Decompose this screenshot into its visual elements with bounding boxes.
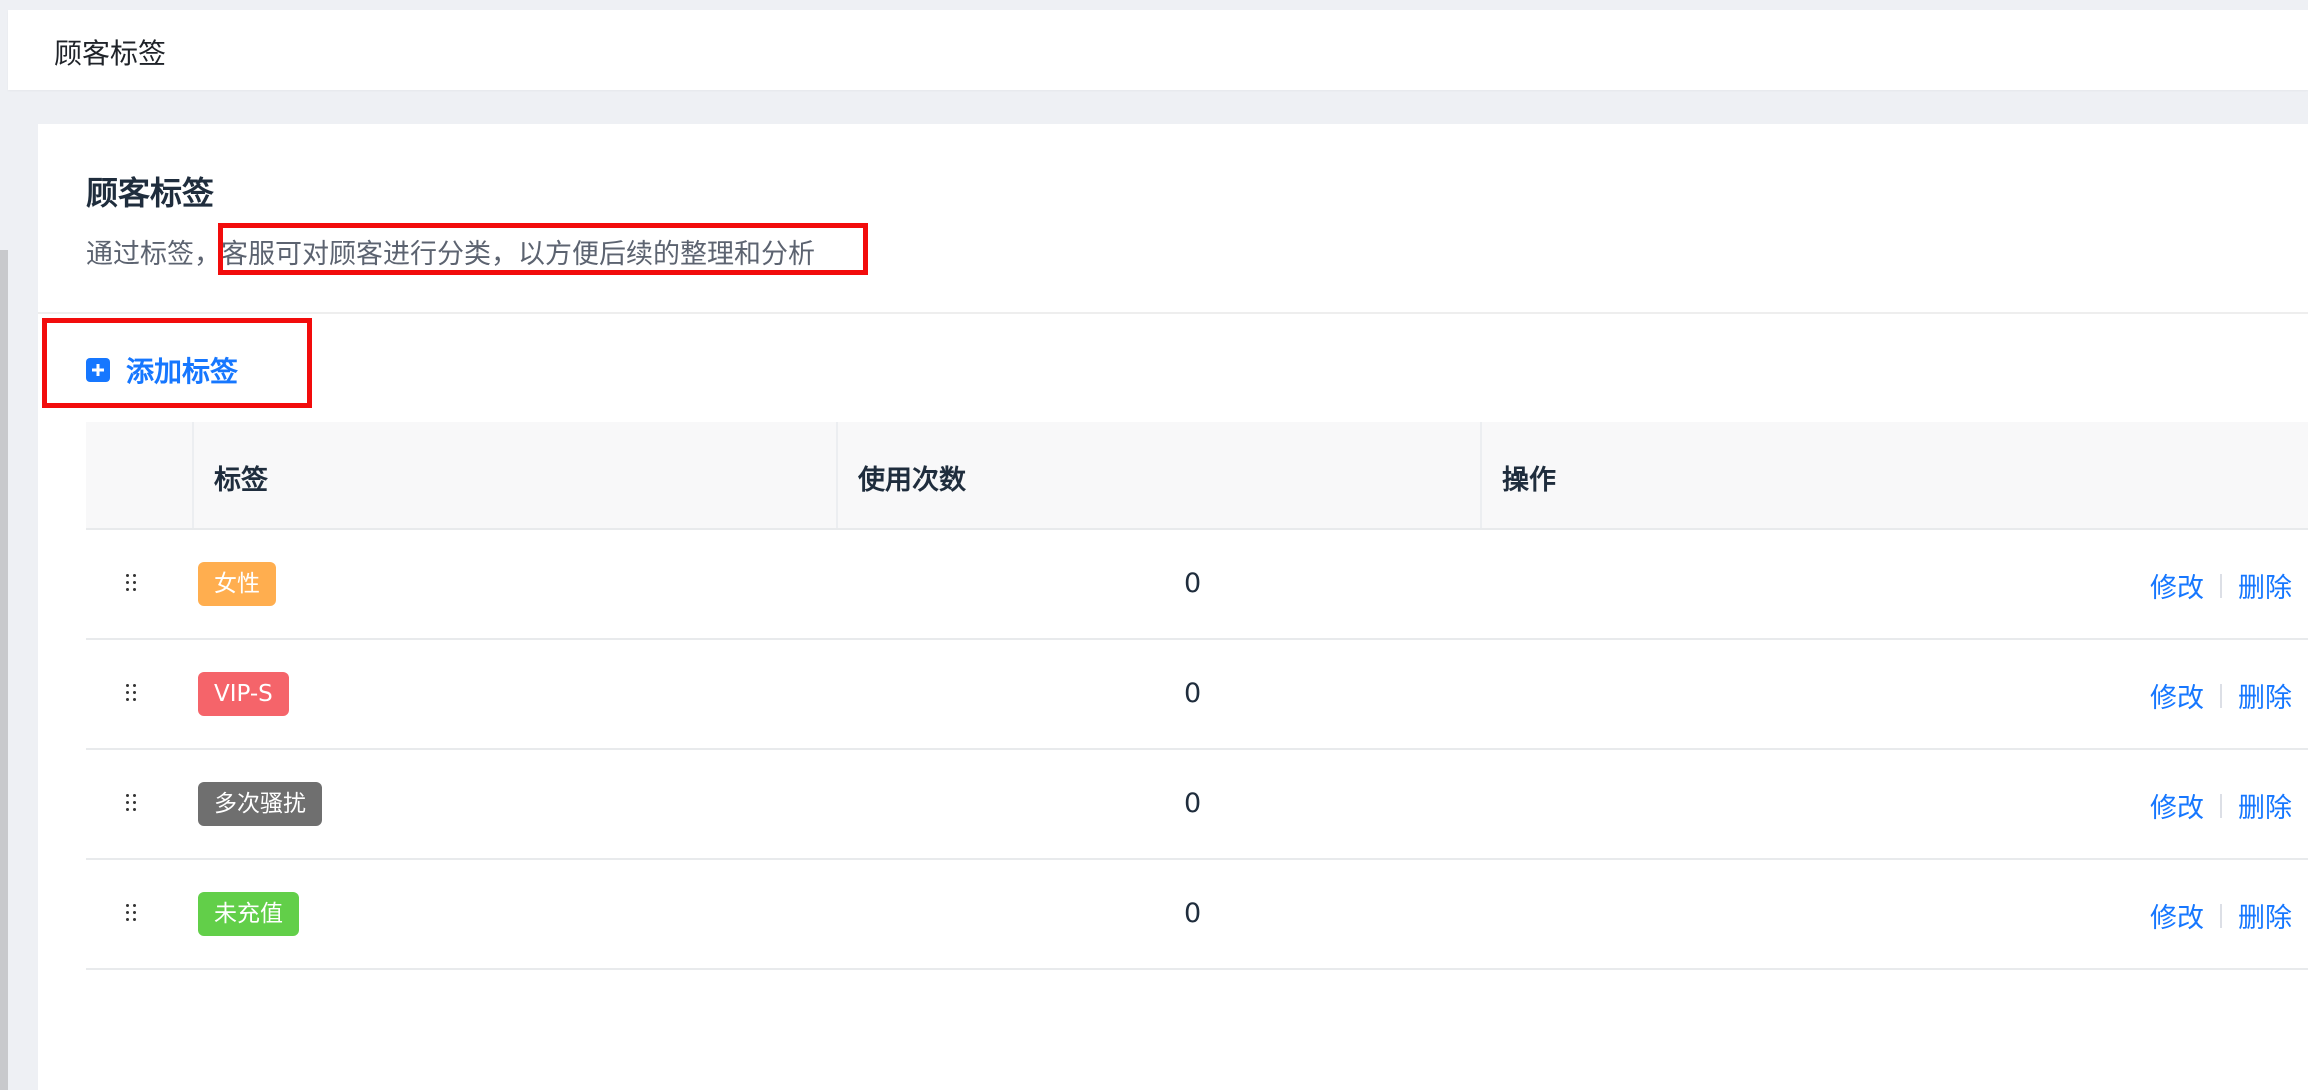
delete-link[interactable]: 删除 xyxy=(2238,786,2292,825)
delete-link[interactable]: 删除 xyxy=(2238,676,2292,715)
content-card: 顾客标签 通过标签，客服可对顾客进行分类，以方便后续的整理和分析 添加标签 标签… xyxy=(38,124,2308,1090)
row-actions: 修改 删除 xyxy=(2150,786,2292,825)
tag-badge: 多次骚扰 xyxy=(198,782,322,826)
edit-link[interactable]: 修改 xyxy=(2150,566,2204,605)
page-title: 顾客标签 xyxy=(86,174,215,212)
usage-count: 0 xyxy=(1184,678,1202,709)
table-row: 未充值 0 修改 删除 xyxy=(86,860,2308,970)
drag-handle-icon[interactable] xyxy=(126,794,136,814)
row-actions: 修改 删除 xyxy=(2150,676,2292,715)
action-separator xyxy=(2220,573,2222,598)
tags-table: 标签 使用次数 操作 女性 0 修改 删除 VIP-S 0 修改 删除 多次骚扰… xyxy=(86,422,2308,970)
tag-badge: 女性 xyxy=(198,562,276,606)
tag-badge: 未充值 xyxy=(198,892,299,936)
usage-count: 0 xyxy=(1184,568,1202,599)
tag-badge: VIP-S xyxy=(198,672,289,716)
edit-link[interactable]: 修改 xyxy=(2150,896,2204,935)
table-row: VIP-S 0 修改 删除 xyxy=(86,640,2308,750)
delete-link[interactable]: 删除 xyxy=(2238,896,2292,935)
edit-link[interactable]: 修改 xyxy=(2150,786,2204,825)
column-header-actions: 操作 xyxy=(1502,465,1556,496)
divider xyxy=(38,312,2308,314)
drag-handle-icon[interactable] xyxy=(126,684,136,704)
usage-count: 0 xyxy=(1184,898,1202,929)
usage-count: 0 xyxy=(1184,788,1202,819)
highlight-box-add-tag xyxy=(42,318,312,408)
delete-link[interactable]: 删除 xyxy=(2238,566,2292,605)
table-row: 多次骚扰 0 修改 删除 xyxy=(86,750,2308,860)
column-separator xyxy=(1480,422,1482,528)
drag-handle-icon[interactable] xyxy=(126,574,136,594)
action-separator xyxy=(2220,903,2222,928)
table-header: 标签 使用次数 操作 xyxy=(86,422,2308,530)
row-actions: 修改 删除 xyxy=(2150,566,2292,605)
left-scroll-edge xyxy=(0,250,8,1090)
column-separator xyxy=(836,422,838,528)
highlight-box-description xyxy=(218,223,868,275)
table-row: 女性 0 修改 删除 xyxy=(86,530,2308,640)
column-separator xyxy=(192,422,194,528)
column-header-usage: 使用次数 xyxy=(858,465,966,496)
action-separator xyxy=(2220,793,2222,818)
row-actions: 修改 删除 xyxy=(2150,896,2292,935)
top-header: 顾客标签 xyxy=(8,10,2308,90)
column-header-tag: 标签 xyxy=(214,465,268,496)
action-separator xyxy=(2220,683,2222,708)
drag-handle-icon[interactable] xyxy=(126,904,136,924)
breadcrumb-title: 顾客标签 xyxy=(54,37,167,70)
edit-link[interactable]: 修改 xyxy=(2150,676,2204,715)
